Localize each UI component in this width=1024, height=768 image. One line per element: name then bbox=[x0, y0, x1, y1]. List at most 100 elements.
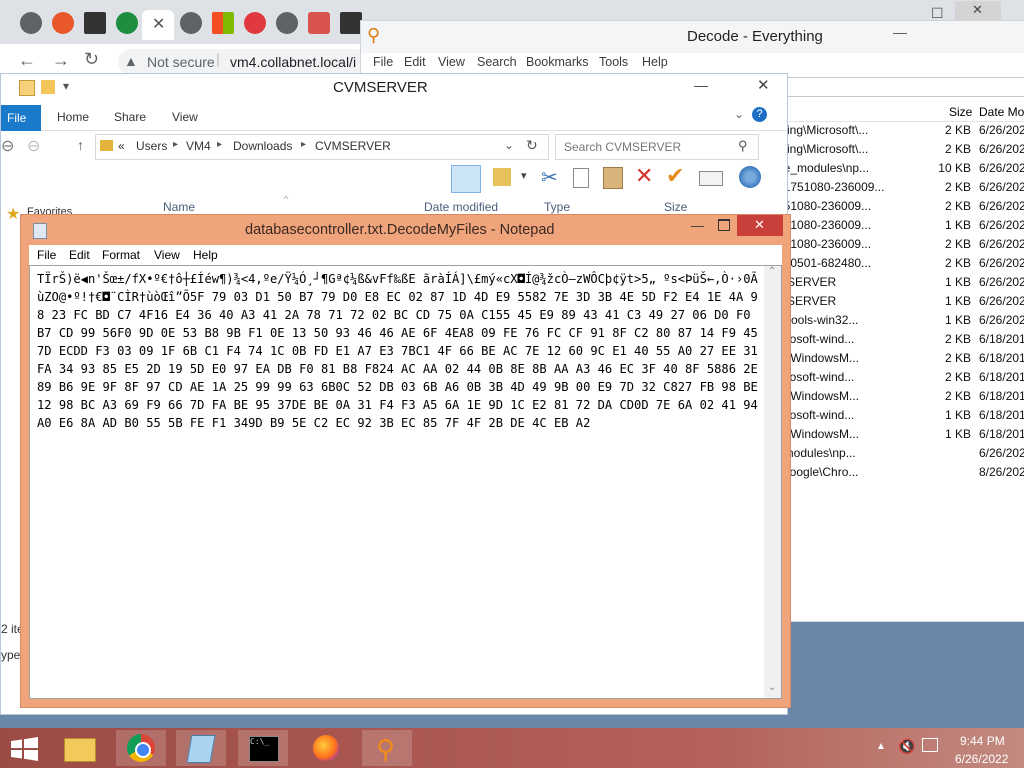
close-button[interactable]: ✕ bbox=[955, 1, 1001, 21]
vertical-scrollbar[interactable]: ⌃ ⌄ bbox=[764, 266, 781, 698]
search-box[interactable] bbox=[777, 77, 1024, 97]
list-item[interactable]: 751080-236009... 2 KB 6/26/202 bbox=[777, 235, 1024, 254]
list-item[interactable]: 710501-682480... 2 KB 6/26/202 bbox=[777, 254, 1024, 273]
everything-taskbar-button[interactable]: ⚲ bbox=[362, 730, 412, 766]
tab-favicon-icon[interactable] bbox=[340, 12, 362, 34]
menu-help[interactable]: Help bbox=[193, 248, 218, 262]
list-item[interactable]: m\WindowsM... 2 KB 6/18/201 bbox=[777, 349, 1024, 368]
tab-favicon-icon[interactable] bbox=[20, 12, 42, 34]
list-item[interactable]: \Google\Chro... 8/26/202 bbox=[777, 463, 1024, 482]
breadcrumb-users[interactable]: Users bbox=[136, 139, 167, 153]
tab-view[interactable]: View bbox=[172, 110, 198, 124]
refresh-icon[interactable]: ↻ bbox=[526, 137, 538, 154]
list-item[interactable]: MSERVER 1 KB 6/26/202 bbox=[777, 292, 1024, 311]
forward-arrow-icon[interactable]: ⊖ bbox=[27, 136, 40, 156]
checkmark-icon[interactable]: ✔ bbox=[666, 163, 684, 189]
text-editor[interactable]: TÏrŠ)ë◀n'Šœ±/fX•º€†ô┼£Íéw¶)¾<4,ºe/Ÿ¼Ó¸┘¶… bbox=[29, 265, 782, 699]
paste-icon[interactable] bbox=[603, 167, 623, 189]
close-button[interactable]: ✕ bbox=[743, 74, 787, 96]
breadcrumb-cvmserver[interactable]: CVMSERVER bbox=[315, 139, 391, 153]
active-tab[interactable]: ✕ bbox=[142, 10, 174, 40]
list-item[interactable]: _modules\np... 6/26/202 bbox=[777, 444, 1024, 463]
back-arrow-icon[interactable]: ⊖ bbox=[1, 136, 14, 156]
show-hidden-icons[interactable]: ▲ bbox=[876, 741, 886, 752]
start-button[interactable] bbox=[0, 730, 50, 766]
menu-view[interactable]: View bbox=[154, 248, 180, 262]
list-item[interactable]: icrosoft-wind... 2 KB 6/18/201 bbox=[777, 368, 1024, 387]
list-item[interactable]: 91751080-236009... 2 KB 6/26/202 bbox=[777, 178, 1024, 197]
close-icon[interactable]: ✕ bbox=[972, 2, 983, 18]
chevron-down-icon[interactable]: ⌄ bbox=[504, 138, 514, 152]
list-item[interactable]: m\WindowsM... 2 KB 6/18/201 bbox=[777, 387, 1024, 406]
menu-file[interactable]: File bbox=[37, 248, 56, 262]
list-item[interactable]: MSERVER 1 KB 6/26/202 bbox=[777, 273, 1024, 292]
column-type[interactable]: Type bbox=[544, 200, 570, 214]
list-item[interactable]: de_modules\np... 10 KB 6/26/202 bbox=[777, 159, 1024, 178]
rename-icon[interactable] bbox=[699, 171, 723, 186]
list-item[interactable]: ming\Microsoft\... 2 KB 6/26/202 bbox=[777, 121, 1024, 140]
close-icon[interactable]: ✕ bbox=[757, 76, 770, 94]
minimize-icon[interactable]: — bbox=[691, 218, 704, 233]
forward-arrow-icon[interactable]: → bbox=[52, 50, 70, 71]
menu-search[interactable]: Search bbox=[477, 55, 517, 69]
preview-pane-icon[interactable] bbox=[451, 165, 481, 193]
scroll-down-icon[interactable]: ⌄ bbox=[768, 682, 776, 693]
column-size[interactable]: Size bbox=[949, 105, 972, 119]
chrome-taskbar-button[interactable] bbox=[116, 730, 166, 766]
tab-favicon-icon[interactable] bbox=[244, 12, 266, 34]
list-item[interactable]: 751080-236009... 2 KB 6/26/202 bbox=[777, 197, 1024, 216]
chevron-down-icon[interactable]: ⌄ bbox=[734, 107, 744, 121]
cut-icon[interactable]: ✂ bbox=[541, 165, 558, 190]
minimize-icon[interactable]: — bbox=[694, 77, 708, 93]
properties-icon[interactable] bbox=[739, 166, 761, 188]
tab-favicon-icon[interactable] bbox=[308, 12, 330, 34]
close-icon[interactable]: ✕ bbox=[754, 217, 765, 233]
menu-file[interactable]: File bbox=[373, 55, 393, 69]
column-size[interactable]: Size bbox=[664, 200, 687, 214]
delete-icon[interactable]: ✕ bbox=[635, 163, 653, 189]
menu-bookmarks[interactable]: Bookmarks bbox=[526, 55, 589, 69]
copy-icon[interactable] bbox=[573, 168, 589, 188]
breadcrumb[interactable]: « Users ▸ VM4 ▸ Downloads ▸ CVMSERVER ⌄ … bbox=[95, 134, 549, 160]
menu-help[interactable]: Help bbox=[642, 55, 668, 69]
firefox-taskbar-button[interactable] bbox=[302, 730, 352, 766]
list-item[interactable]: m\WindowsM... 1 KB 6/18/201 bbox=[777, 425, 1024, 444]
url-text[interactable]: vm4.collabnet.local/i bbox=[230, 54, 356, 70]
reload-icon[interactable]: ↻ bbox=[84, 49, 99, 70]
tab-favicon-icon[interactable] bbox=[180, 12, 202, 34]
breadcrumb-overflow[interactable]: « bbox=[118, 139, 125, 153]
column-date-modified[interactable]: Date modified bbox=[424, 200, 498, 214]
list-item[interactable]: ming\Microsoft\... 2 KB 6/26/202 bbox=[777, 140, 1024, 159]
menu-edit[interactable]: Edit bbox=[404, 55, 426, 69]
tab-favicon-icon[interactable] bbox=[116, 12, 138, 34]
column-name[interactable]: Name bbox=[163, 200, 195, 214]
list-item[interactable]: e-tools-win32... 1 KB 6/26/202 bbox=[777, 311, 1024, 330]
folder-icon[interactable] bbox=[41, 80, 55, 94]
list-item[interactable]: icrosoft-wind... 2 KB 6/18/201 bbox=[777, 330, 1024, 349]
quick-access-icon[interactable] bbox=[19, 80, 35, 96]
volume-muted-icon[interactable]: 🔇 bbox=[898, 738, 915, 755]
tab-home[interactable]: Home bbox=[57, 110, 89, 124]
tab-favicon-icon[interactable] bbox=[84, 12, 106, 34]
tab-share[interactable]: Share bbox=[114, 110, 146, 124]
tab-favicon-icon[interactable] bbox=[52, 12, 74, 34]
search-input[interactable]: Search CVMSERVER ⚲ bbox=[555, 134, 759, 160]
chevron-down-icon[interactable]: ▾ bbox=[521, 169, 527, 182]
maximize-icon[interactable] bbox=[718, 219, 730, 231]
close-button[interactable]: ✕ bbox=[737, 215, 783, 236]
menu-edit[interactable]: Edit bbox=[69, 248, 90, 262]
list-item[interactable]: 751080-236009... 1 KB 6/26/202 bbox=[777, 216, 1024, 235]
clock-date[interactable]: 6/26/2022 bbox=[955, 752, 1008, 766]
breadcrumb-downloads[interactable]: Downloads bbox=[233, 139, 292, 153]
scroll-up-icon[interactable]: ⌃ bbox=[768, 266, 776, 277]
clock-time[interactable]: 9:44 PM bbox=[960, 734, 1005, 748]
tab-favicon-icon[interactable] bbox=[276, 12, 298, 34]
folder-options-icon[interactable] bbox=[493, 168, 511, 186]
cmd-taskbar-button[interactable]: C:\_ bbox=[238, 730, 288, 766]
menu-format[interactable]: Format bbox=[102, 248, 140, 262]
maximize-icon[interactable]: ☐ bbox=[931, 5, 944, 22]
notepad-taskbar-button[interactable] bbox=[176, 730, 226, 766]
list-item[interactable]: icrosoft-wind... 1 KB 6/18/201 bbox=[777, 406, 1024, 425]
up-arrow-icon[interactable]: ↑ bbox=[77, 137, 84, 153]
close-tab-icon[interactable]: ✕ bbox=[152, 14, 165, 34]
